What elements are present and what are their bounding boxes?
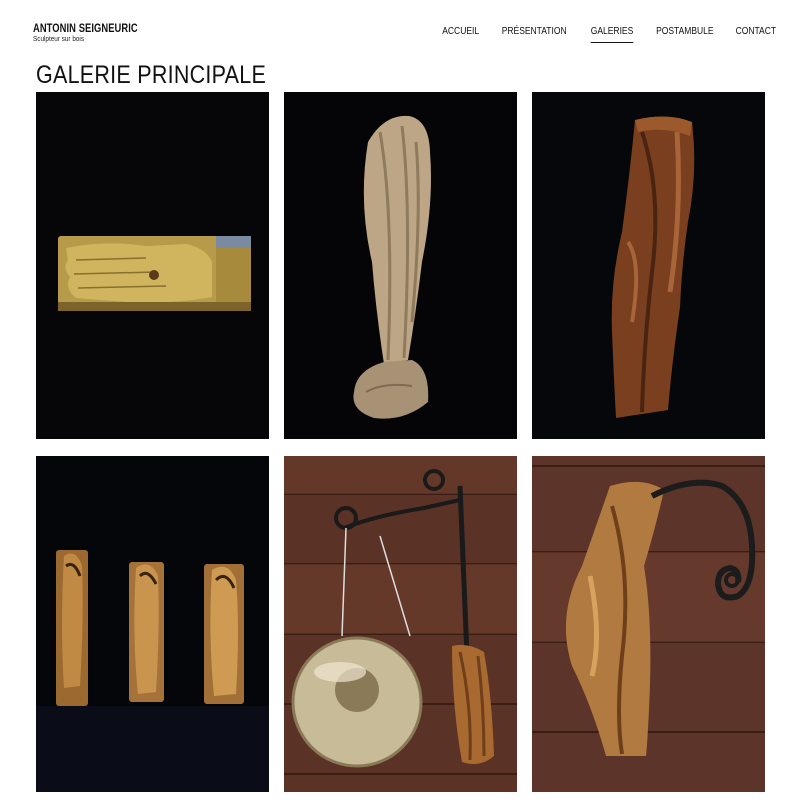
photo-draped-figure: [284, 92, 517, 439]
photo-wooden-hand: [36, 92, 269, 439]
gallery-item-carved-trunk[interactable]: [532, 92, 765, 439]
nav-item-contact[interactable]: CONTACT: [736, 26, 776, 43]
gallery-item-draped-figure[interactable]: [284, 92, 517, 439]
nav-item-presentation[interactable]: PRÉSENTATION: [502, 26, 567, 43]
main-nav: ACCUEIL PRÉSENTATION GALERIES POSTAMBULE…: [439, 26, 780, 43]
gallery-item-iron-scroll[interactable]: [532, 456, 765, 792]
gallery-item-gong[interactable]: [284, 456, 517, 792]
page-title: GALERIE PRINCIPALE: [36, 61, 267, 89]
photo-carved-trunk: [532, 92, 765, 439]
photo-iron-scroll: [532, 456, 765, 792]
nav-item-galeries[interactable]: GALERIES: [590, 26, 634, 43]
gallery-item-wooden-hand[interactable]: [36, 92, 269, 439]
photo-gong: [284, 456, 517, 792]
site-header: ANTONIN SEIGNEURIC Sculpteur sur bois AC…: [0, 0, 800, 60]
brand-tagline: Sculpteur sur bois: [33, 34, 85, 43]
site-brand[interactable]: ANTONIN SEIGNEURIC Sculpteur sur bois: [33, 22, 167, 43]
nav-item-accueil[interactable]: ACCUEIL: [442, 26, 479, 43]
brand-name[interactable]: ANTONIN SEIGNEURIC: [33, 22, 138, 34]
photo-three-figures: [36, 456, 269, 792]
gallery-item-three-figures[interactable]: [36, 456, 269, 792]
nav-item-postambule[interactable]: POSTAMBULE: [656, 26, 713, 43]
